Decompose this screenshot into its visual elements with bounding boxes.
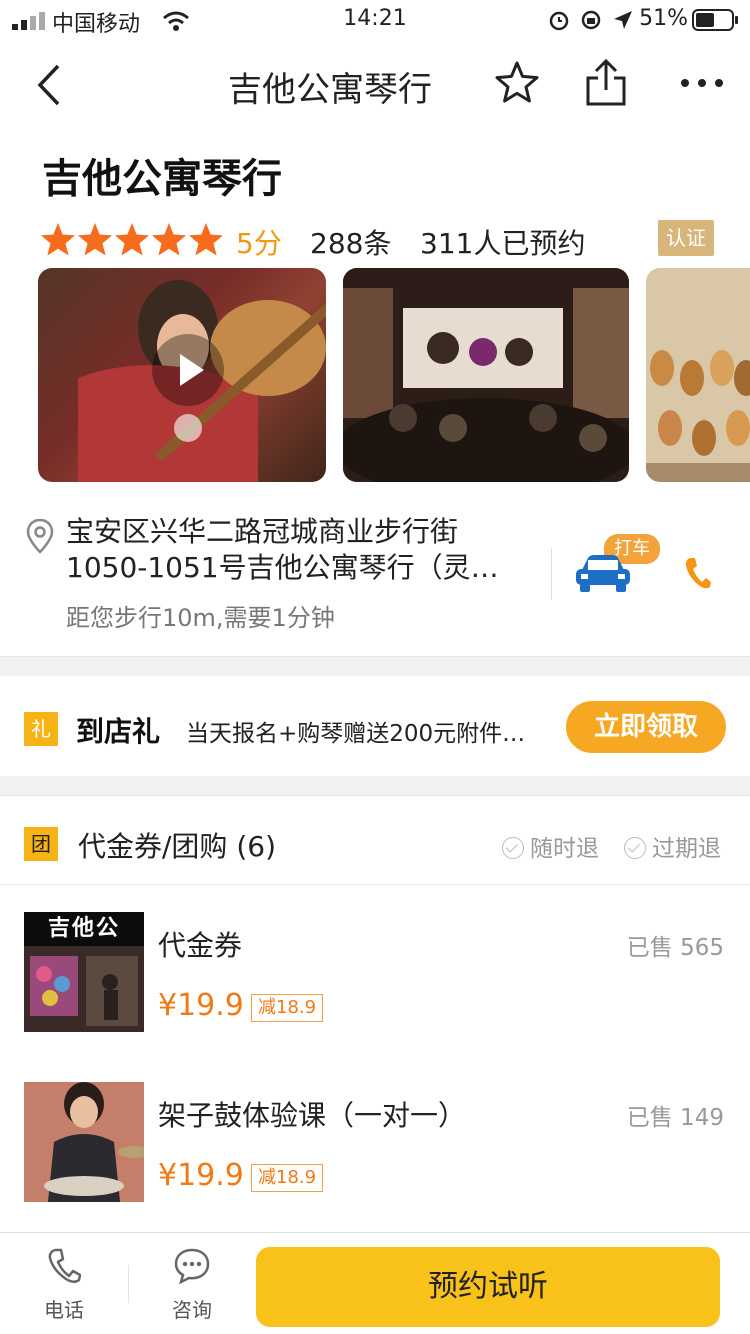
- phone-button[interactable]: 电话: [29, 1247, 99, 1323]
- store-gift-row[interactable]: 礼 到店礼 当天报名+购琴赠送200元附件… 立即领取: [0, 676, 750, 776]
- favorite-star-icon[interactable]: [494, 60, 540, 104]
- deal-discount-badge: 减18.9: [251, 994, 324, 1022]
- deal-item[interactable]: 吉他公 代金券 已售 565 ¥19.9 减18.9: [0, 912, 750, 1072]
- deal-item[interactable]: 架子鼓体验课（一对一） 已售 149 ¥19.9 减18.9: [0, 1082, 750, 1242]
- gift-description: 当天报名+购琴赠送200元附件…: [186, 721, 526, 747]
- more-icon[interactable]: [680, 78, 724, 88]
- deal-discount-badge: 减18.9: [251, 1164, 324, 1192]
- deal-thumbnail: [24, 1082, 144, 1202]
- nav-bar: 吉他公寓琴行: [0, 44, 750, 124]
- check-circle-icon: [502, 837, 524, 859]
- claim-gift-button[interactable]: 立即领取: [566, 701, 726, 753]
- distance-text: 距您步行10m,需要1分钟: [66, 604, 335, 632]
- deal-sold-count: 已售 149: [626, 1105, 724, 1131]
- deal-name: 架子鼓体验课（一对一）: [158, 1099, 467, 1132]
- photo-gallery[interactable]: [0, 268, 750, 484]
- deals-header: 团 代金券/团购 (6) 随时退 过期退: [0, 797, 750, 885]
- consult-button[interactable]: 咨询: [157, 1247, 227, 1323]
- video-thumbnail[interactable]: [38, 268, 326, 482]
- gift-tag: 礼: [24, 712, 58, 746]
- deals-title: 代金券/团购 (6): [78, 830, 276, 863]
- star-icon: [152, 223, 186, 256]
- share-icon[interactable]: [584, 58, 628, 106]
- guitar-wall-illustration: [646, 268, 750, 482]
- gallery-photo[interactable]: [343, 268, 629, 482]
- play-icon[interactable]: [152, 334, 224, 406]
- status-bar: 中国移动 14:21 51%: [0, 0, 750, 40]
- section-divider: [0, 776, 750, 796]
- group-buy-tag: 团: [24, 827, 58, 861]
- gift-title: 到店礼: [76, 715, 161, 748]
- location-arrow-icon: [614, 11, 632, 29]
- consult-label: 咨询: [172, 1298, 212, 1322]
- refund-anytime: 随时退: [502, 829, 599, 863]
- star-icon: [115, 223, 149, 256]
- certified-badge: 认证: [658, 220, 714, 256]
- deal-sold-count: 已售 565: [626, 935, 724, 961]
- phone-call-icon[interactable]: [684, 556, 712, 590]
- divider: [128, 1265, 129, 1303]
- section-divider: [0, 656, 750, 676]
- rating-score: 5分: [236, 227, 282, 260]
- address-section[interactable]: 宝安区兴华二路冠城商业步行街1050-1051号吉他公寓琴行（灵… 距您步行10…: [0, 514, 750, 642]
- phone-label: 电话: [44, 1298, 84, 1322]
- address-text: 宝安区兴华二路冠城商业步行街1050-1051号吉他公寓琴行（灵…: [66, 515, 499, 584]
- divider: [551, 548, 552, 600]
- phone-icon: [48, 1248, 82, 1283]
- concert-photo-illustration: [343, 268, 629, 482]
- rotation-lock-icon: [581, 10, 601, 30]
- rating-row[interactable]: 5分 288条 311人已预约 认证: [40, 220, 720, 260]
- book-trial-button[interactable]: 预约试听: [256, 1247, 720, 1327]
- deal-thumbnail: 吉他公: [24, 912, 144, 1032]
- refund-anytime-label: 随时退: [530, 836, 599, 862]
- alarm-icon: [549, 11, 569, 31]
- clock: 14:21: [343, 6, 407, 31]
- refund-expired-label: 过期退: [652, 836, 721, 862]
- battery-icon: [692, 9, 738, 31]
- review-count: 288条: [310, 227, 392, 260]
- star-icon: [189, 223, 222, 256]
- check-circle-icon: [624, 837, 646, 859]
- nav-title: 吉他公寓琴行: [228, 70, 432, 110]
- star-icon: [41, 223, 75, 256]
- storefront-sign: 吉他公: [47, 916, 120, 941]
- gallery-photo[interactable]: [646, 268, 750, 482]
- chat-bubble-icon: [174, 1248, 210, 1285]
- taxi-car-icon[interactable]: [574, 552, 632, 594]
- shop-name: 吉他公寓琴行: [42, 156, 282, 202]
- location-pin-icon: [26, 518, 54, 554]
- bottom-action-bar: 电话 咨询 预约试听: [0, 1232, 750, 1334]
- deal-price: ¥19.9: [158, 1158, 244, 1193]
- battery-percent: 51%: [639, 6, 688, 31]
- deal-name: 代金券: [158, 929, 243, 962]
- deal-price: ¥19.9: [158, 988, 244, 1023]
- drum-lesson-illustration: [24, 1082, 144, 1202]
- booked-count: 311人已预约: [420, 227, 586, 260]
- star-icon: [78, 223, 112, 256]
- rating-stars: [41, 223, 222, 256]
- refund-expired: 过期退: [624, 829, 721, 863]
